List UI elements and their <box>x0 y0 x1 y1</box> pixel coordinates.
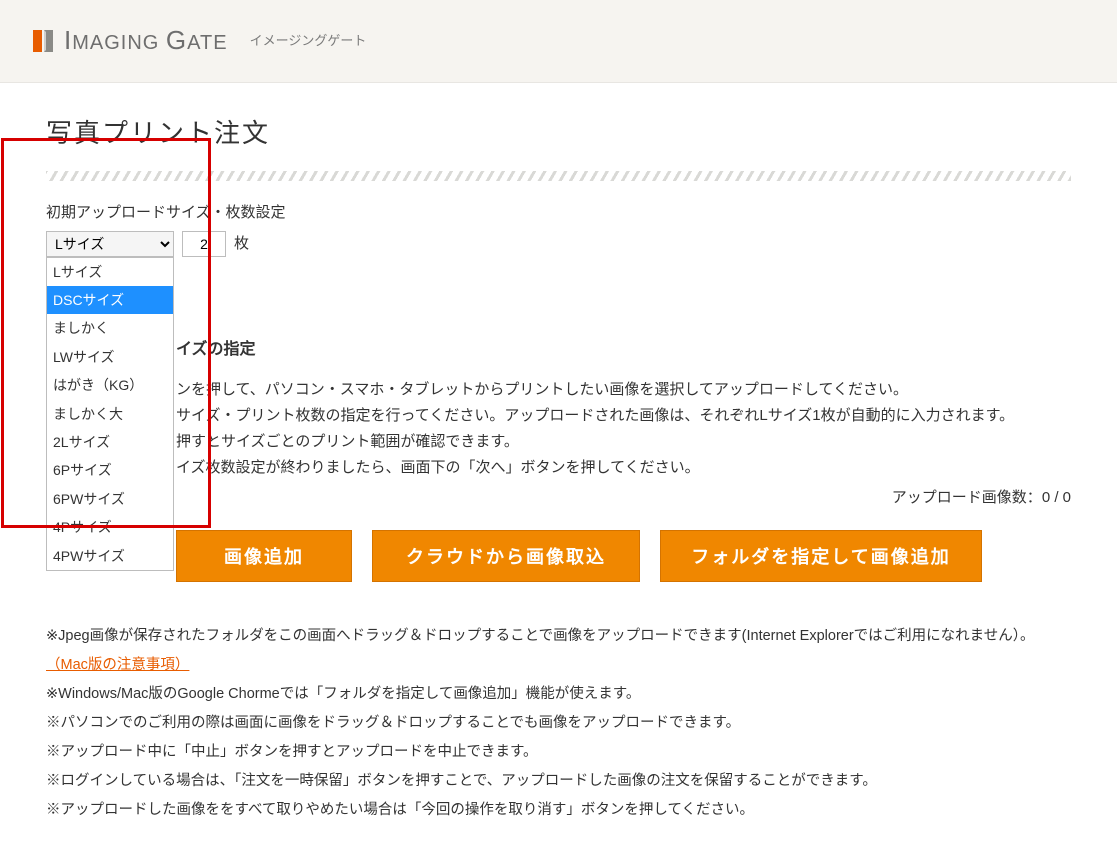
size-select-dropdown[interactable]: LサイズDSCサイズましかくLWサイズはがき（KG）ましかく大2Lサイズ6Pサイ… <box>46 257 174 571</box>
add-images-button[interactable]: 画像追加 <box>176 530 352 582</box>
action-button-row: 画像追加 クラウドから画像取込 フォルダを指定して画像追加 <box>46 530 1071 582</box>
size-option[interactable]: 6PWサイズ <box>47 485 173 513</box>
add-folder-button[interactable]: フォルダを指定して画像追加 <box>660 530 982 582</box>
app-logo: IMAGING GATE イメージングゲート <box>30 20 366 62</box>
note-line: ※アップロードした画像ををすべて取りやめたい場合は「今回の操作を取り消す」ボタン… <box>46 796 1071 825</box>
settings-label: 初期アップロードサイズ・枚数設定 <box>46 201 1071 225</box>
instruction-line: 押すとサイズごとのプリント範囲が確認できます。 <box>176 430 1071 454</box>
upload-settings: 初期アップロードサイズ・枚数設定 Lサイズ LサイズDSCサイズましかくLWサイ… <box>46 201 1071 257</box>
size-option[interactable]: 4Pサイズ <box>47 513 173 541</box>
instructions-section: イズの指定 ンを押して、パソコン・スマホ・タブレットからプリントしたい画像を選択… <box>46 337 1071 583</box>
size-option[interactable]: LWサイズ <box>47 343 173 371</box>
size-option[interactable]: ましかく <box>47 314 173 342</box>
divider-stripe <box>46 171 1071 181</box>
size-option[interactable]: 4PWサイズ <box>47 542 173 570</box>
note-line: ※パソコンでのご利用の際は画面に画像をドラッグ＆ドロップすることでも画像をアップ… <box>46 709 1071 738</box>
size-option[interactable]: はがき（KG） <box>47 371 173 399</box>
footer-notes: ※Jpeg画像が保存されたフォルダをこの画面へドラッグ＆ドロップすることで画像を… <box>46 622 1071 825</box>
size-option[interactable]: 6Pサイズ <box>47 456 173 484</box>
app-header: IMAGING GATE イメージングゲート <box>0 0 1117 83</box>
quantity-input[interactable] <box>182 231 226 257</box>
size-option[interactable]: ましかく大 <box>47 400 173 428</box>
cloud-import-button[interactable]: クラウドから画像取込 <box>372 530 640 582</box>
logo-subtitle: イメージングゲート <box>250 31 367 52</box>
note-line: ※アップロード中に「中止」ボタンを押すとアップロードを中止できます。 <box>46 738 1071 767</box>
size-option[interactable]: Lサイズ <box>47 258 173 286</box>
note-line: ※ログインしている場合は、「注文を一時保留」ボタンを押すことで、アップロードした… <box>46 767 1071 796</box>
note-line: ※Jpeg画像が保存されたフォルダをこの画面へドラッグ＆ドロップすることで画像を… <box>46 622 1071 651</box>
size-option[interactable]: 2Lサイズ <box>47 428 173 456</box>
page-title: 写真プリント注文 <box>46 113 1071 155</box>
mac-notes-link[interactable]: （Mac版の注意事項） <box>46 657 189 673</box>
logo-text: IMAGING GATE <box>64 20 228 62</box>
note-line: ※Windows/Mac版のGoogle Chormeでは「フォルダを指定して画… <box>46 680 1071 709</box>
size-select[interactable]: Lサイズ <box>46 231 174 257</box>
size-option[interactable]: DSCサイズ <box>47 286 173 314</box>
instructions-title: イズの指定 <box>46 337 1071 363</box>
quantity-suffix: 枚 <box>234 232 249 256</box>
logo-icon <box>30 27 58 55</box>
upload-count: アップロード画像数：0 / 0 <box>46 486 1071 510</box>
instruction-line: サイズ・プリント枚数の指定を行ってください。アップロードされた画像は、それぞれL… <box>176 404 1071 428</box>
instruction-line: ンを押して、パソコン・スマホ・タブレットからプリントしたい画像を選択してアップロ… <box>176 378 1071 402</box>
instruction-line: イズ枚数設定が終わりましたら、画面下の「次へ」ボタンを押してください。 <box>176 456 1071 480</box>
